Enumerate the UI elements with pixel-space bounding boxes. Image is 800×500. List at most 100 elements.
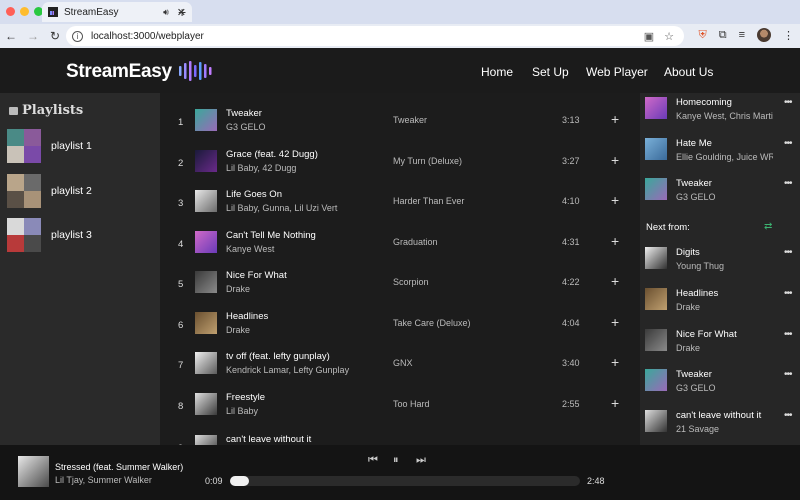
pause-icon[interactable]: ⏸︎ xyxy=(393,454,399,467)
tab-title: StreamEasy xyxy=(64,6,119,18)
queue-panel: Homecoming Kanye West, Chris Martin ••• … xyxy=(640,93,800,445)
add-to-queue-icon[interactable]: + xyxy=(611,395,619,411)
new-tab-icon[interactable]: + xyxy=(178,4,186,20)
track-number: 1 xyxy=(178,117,184,128)
track-number: 2 xyxy=(178,158,184,169)
browser-tools: ⛨ ⧉ ≡ ⋮ xyxy=(698,28,794,42)
queue-track-artist: Ellie Goulding, Juice WRLD xyxy=(676,152,773,162)
album-art xyxy=(195,150,217,172)
add-to-queue-icon[interactable]: + xyxy=(611,111,619,127)
extensions-icon[interactable]: ⧉ xyxy=(719,29,727,42)
track-row[interactable]: 1 Tweaker G3 GELO Tweaker 3:13 + xyxy=(160,102,640,142)
more-options-icon[interactable]: ••• xyxy=(784,410,792,421)
player-bar: Stressed (feat. Summer Walker) Lil Tjay,… xyxy=(0,445,800,500)
more-options-icon[interactable]: ••• xyxy=(784,97,792,108)
album-art xyxy=(195,435,217,445)
track-duration: 4:31 xyxy=(562,237,580,247)
nav-web-player[interactable]: Web Player xyxy=(586,65,648,79)
library-icon xyxy=(9,106,18,115)
bookmark-star-icon[interactable]: ☆ xyxy=(664,30,674,43)
url-text[interactable]: localhost:3000/webplayer xyxy=(91,31,644,42)
track-artist: Drake xyxy=(226,325,251,335)
next-icon[interactable]: ⏭︎ xyxy=(416,454,426,467)
queue-track-title: Headlines xyxy=(676,288,719,299)
seek-bar[interactable] xyxy=(230,476,580,486)
track-row[interactable]: 6 Headlines Drake Take Care (Deluxe) 4:0… xyxy=(160,305,640,345)
track-album: My Turn (Deluxe) xyxy=(393,156,463,166)
playlist-item[interactable]: playlist 3 xyxy=(7,218,157,252)
queue-item[interactable]: Homecoming Kanye West, Chris Martin ••• xyxy=(640,93,800,133)
more-options-icon[interactable]: ••• xyxy=(784,178,792,189)
cast-icon[interactable]: ▣ xyxy=(644,30,654,43)
track-album: Scorpion xyxy=(393,277,429,287)
track-artist: Kanye West xyxy=(226,244,275,254)
track-title: Life Goes On xyxy=(226,189,282,200)
add-to-queue-icon[interactable]: + xyxy=(611,273,619,289)
track-row[interactable]: 2 Grace (feat. 42 Dugg) Lil Baby, 42 Dug… xyxy=(160,143,640,183)
track-row[interactable]: 7 tv off (feat. lefty gunplay) Kendrick … xyxy=(160,345,640,385)
track-title: Tweaker xyxy=(226,108,262,119)
track-row[interactable]: 9 can't leave without it xyxy=(160,428,640,445)
track-row[interactable]: 4 Can't Tell Me Nothing Kanye West Gradu… xyxy=(160,224,640,264)
track-row[interactable]: 5 Nice For What Drake Scorpion 4:22 + xyxy=(160,264,640,304)
previous-icon[interactable]: ⏮︎ xyxy=(368,454,378,467)
add-to-queue-icon[interactable]: + xyxy=(611,152,619,168)
album-art xyxy=(195,109,217,131)
track-album: Tweaker xyxy=(393,115,428,125)
track-artist: Lil Baby, 42 Dugg xyxy=(226,163,297,173)
queue-track-title: Homecoming xyxy=(676,97,732,108)
nav-home[interactable]: Home xyxy=(481,65,513,79)
track-title: Grace (feat. 42 Dugg) xyxy=(226,149,318,160)
queue-track-title: Digits xyxy=(676,247,700,258)
profile-avatar[interactable] xyxy=(757,28,771,42)
reload-icon[interactable]: ↻ xyxy=(44,29,66,43)
track-number: 6 xyxy=(178,320,184,331)
minimize-window-button[interactable] xyxy=(20,7,29,16)
add-to-queue-icon[interactable]: + xyxy=(611,354,619,370)
more-options-icon[interactable]: ••• xyxy=(784,138,792,149)
logo-bar xyxy=(199,62,202,80)
queue-item[interactable]: Tweaker G3 GELO ••• xyxy=(640,365,800,405)
next-from-label: Next from: xyxy=(646,222,690,233)
media-queue-icon[interactable]: ≡ xyxy=(739,29,745,41)
favicon-icon xyxy=(48,7,58,17)
queue-track-artist: 21 Savage xyxy=(676,424,720,434)
track-album: Take Care (Deluxe) xyxy=(393,318,471,328)
site-logo[interactable]: StreamEasy xyxy=(66,61,172,83)
queue-album-art xyxy=(645,288,667,310)
shuffle-icon[interactable]: ⇄ xyxy=(764,221,772,232)
add-to-queue-icon[interactable]: + xyxy=(611,192,619,208)
track-row[interactable]: 8 Freestyle Lil Baby Too Hard 2:55 + xyxy=(160,386,640,426)
tab-bar: StreamEasy 🔊︎ ✕ + xyxy=(0,0,800,24)
nav-set-up[interactable]: Set Up xyxy=(532,65,569,79)
add-to-queue-icon[interactable]: + xyxy=(611,233,619,249)
browser-menu-icon[interactable]: ⋮ xyxy=(783,29,794,42)
back-icon[interactable]: ← xyxy=(0,29,22,43)
queue-item[interactable]: Nice For What Drake ••• xyxy=(640,325,800,365)
more-options-icon[interactable]: ••• xyxy=(784,247,792,258)
shield-icon[interactable]: ⛨ xyxy=(698,29,706,42)
now-playing-art xyxy=(18,456,49,487)
more-options-icon[interactable]: ••• xyxy=(784,288,792,299)
queue-item[interactable]: Tweaker G3 GELO ••• xyxy=(640,174,800,214)
track-title: Freestyle xyxy=(226,392,266,403)
add-to-queue-icon[interactable]: + xyxy=(611,314,619,330)
queue-item[interactable]: Headlines Drake ••• xyxy=(640,284,800,324)
forward-icon[interactable]: → xyxy=(22,29,44,43)
now-playing-title: Stressed (feat. Summer Walker) xyxy=(55,462,184,472)
playlist-item[interactable]: playlist 2 xyxy=(7,174,157,208)
queue-track-title: Tweaker xyxy=(676,369,712,380)
track-row[interactable]: 3 Life Goes On Lil Baby, Gunna, Lil Uzi … xyxy=(160,183,640,223)
queue-item[interactable]: Hate Me Ellie Goulding, Juice WRLD ••• xyxy=(640,134,800,174)
address-bar[interactable]: i localhost:3000/webplayer ▣ ☆ xyxy=(66,26,684,46)
speaker-icon[interactable]: 🔊︎ xyxy=(163,7,169,18)
more-options-icon[interactable]: ••• xyxy=(784,329,792,340)
browser-tab[interactable]: StreamEasy 🔊︎ ✕ xyxy=(42,2,192,22)
playlist-item[interactable]: playlist 1 xyxy=(7,129,157,163)
more-options-icon[interactable]: ••• xyxy=(784,369,792,380)
nav-about-us[interactable]: About Us xyxy=(664,65,713,79)
queue-item[interactable]: Digits Young Thug ••• xyxy=(640,243,800,283)
close-window-button[interactable] xyxy=(6,7,15,16)
queue-item[interactable]: can't leave without it 21 Savage ••• xyxy=(640,406,800,445)
site-info-icon[interactable]: i xyxy=(72,30,83,42)
